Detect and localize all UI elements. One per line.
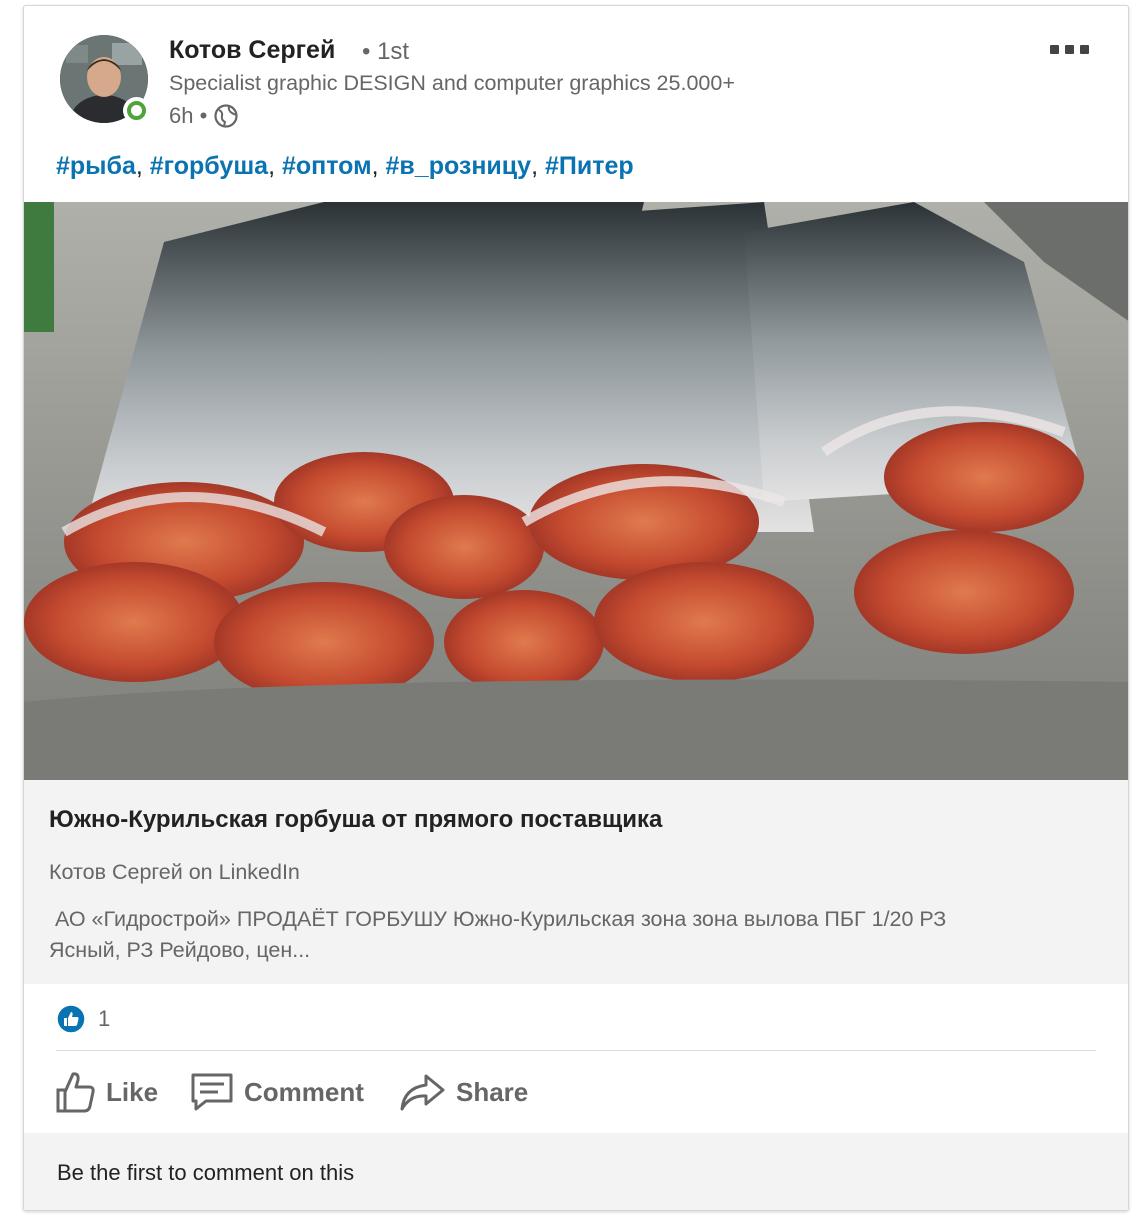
author-name[interactable]: Котов Сергей (169, 36, 335, 65)
hashtag-link[interactable]: #в_розницу (386, 152, 532, 180)
hashtag-link[interactable]: #оптом (282, 152, 372, 180)
post-image[interactable] (24, 202, 1128, 780)
online-status-indicator (123, 97, 150, 124)
more-horizontal-icon (1050, 44, 1059, 54)
thumbs-up-icon (54, 1070, 96, 1114)
comment-button[interactable]: Comment (190, 1064, 364, 1120)
hashtag-link[interactable]: #рыба (56, 152, 136, 180)
more-options-button[interactable] (1050, 41, 1094, 57)
reactions-summary[interactable]: 1 (56, 1004, 110, 1034)
preview-title[interactable]: Южно-Курильская горбуша от прямого поста… (49, 806, 662, 834)
hashtag-link[interactable]: #Питер (545, 152, 634, 180)
reaction-count: 1 (98, 1006, 111, 1031)
hashtag-separator: , (268, 152, 282, 180)
comments-section: Be the first to comment on this (24, 1133, 1128, 1210)
link-preview[interactable]: Южно-Курильская горбуша от прямого поста… (24, 780, 1128, 984)
globe-icon (213, 103, 239, 129)
like-button[interactable]: Like (54, 1064, 158, 1120)
hashtag-link[interactable]: #горбуша (150, 152, 268, 180)
comment-label: Comment (244, 1076, 364, 1107)
feed-post-card: Котов Сергей • 1st Specialist graphic DE… (23, 5, 1129, 1211)
post-hashtags: #рыба, #горбуша, #оптом, #в_розницу, #Пи… (56, 152, 634, 181)
preview-source: Котов Сергей on LinkedIn (49, 860, 300, 884)
post-meta: 6h • (169, 103, 239, 129)
hashtag-separator: , (135, 152, 150, 180)
like-reaction-icon (56, 1004, 86, 1034)
share-button[interactable]: Share (398, 1064, 528, 1120)
author-headline: Specialist graphic DESIGN and computer g… (169, 71, 735, 95)
actions-divider (56, 1050, 1096, 1051)
post-time: 6h • (169, 103, 208, 128)
connection-degree: • 1st (362, 38, 410, 65)
comment-icon (190, 1072, 234, 1112)
share-label: Share (456, 1076, 529, 1107)
preview-description: АО «Гидрострой» ПРОДАЁТ ГОРБУШУ Южно-Кур… (49, 907, 947, 962)
hashtag-separator: , (371, 152, 386, 180)
share-arrow-icon (398, 1072, 446, 1112)
author-avatar[interactable] (60, 35, 152, 127)
like-label: Like (106, 1076, 159, 1107)
empty-comments-text: Be the first to comment on this (57, 1160, 355, 1185)
hashtag-separator: , (531, 152, 545, 180)
